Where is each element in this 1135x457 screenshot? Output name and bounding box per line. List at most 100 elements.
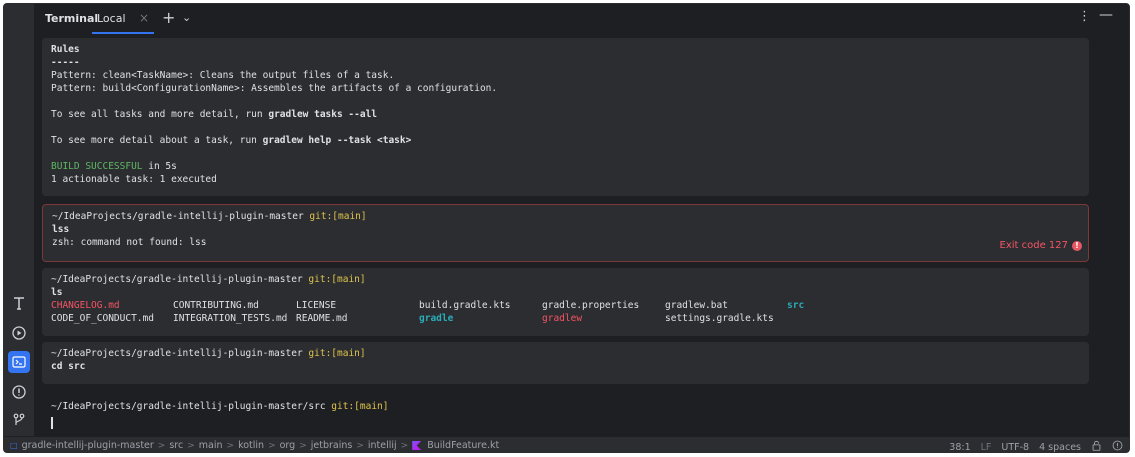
tab-selected-indicator xyxy=(92,32,154,34)
text-cursor xyxy=(51,416,53,429)
error-output: zsh: command not found: lss xyxy=(52,237,207,248)
ls-entry: CHANGELOG.md xyxy=(51,300,120,311)
git-branch: git:[main] xyxy=(331,401,389,412)
output-text: To see more detail about a task, run xyxy=(51,135,263,146)
prompt-path: ~/IdeaProjects/gradle-intellij-plugin-ma… xyxy=(52,211,304,222)
breadcrumb-item[interactable]: jetbrains xyxy=(311,440,353,451)
indent-setting[interactable]: 4 spaces xyxy=(1039,442,1081,453)
notifications-icon[interactable] xyxy=(1112,440,1123,452)
breadcrumb-item[interactable]: org xyxy=(280,440,296,451)
chevron-right-icon: > xyxy=(400,440,409,451)
line-separator[interactable]: LF xyxy=(981,442,992,453)
chevron-right-icon: > xyxy=(268,440,276,451)
add-tab-icon[interactable]: + xyxy=(162,8,175,27)
terminal-icon[interactable] xyxy=(8,351,30,373)
prompt-path: ~/IdeaProjects/gradle-intellij-plugin-ma… xyxy=(51,348,303,359)
prompt-line: ~/IdeaProjects/gradle-intellij-plugin-ma… xyxy=(51,273,1080,286)
status-widgets: 38:1 LF UTF-8 4 spaces xyxy=(949,440,1123,453)
output-line: ----- xyxy=(51,57,80,68)
output-line: Pattern: clean<TaskName>: Cleans the out… xyxy=(51,70,395,81)
output-command-hint: gradlew help --task <task> xyxy=(262,135,412,146)
run-icon[interactable] xyxy=(8,322,30,344)
ls-entry: INTEGRATION_TESTS.md xyxy=(173,313,288,324)
ls-entry-exec: gradlew xyxy=(542,313,583,324)
chevron-right-icon: > xyxy=(299,440,307,451)
ls-entry: gradlew.bat xyxy=(665,300,728,311)
ls-entry: CODE_OF_CONDUCT.md xyxy=(51,313,154,324)
exit-code-badge: Exit code 127 ! xyxy=(999,239,1082,252)
git-icon[interactable] xyxy=(8,409,30,431)
command-text: cd src xyxy=(51,361,86,372)
breadcrumb-item[interactable]: src xyxy=(169,440,183,451)
breadcrumb: □ gradle-intellij-plugin-master > src > … xyxy=(10,440,499,451)
prompt-line: ~/IdeaProjects/gradle-intellij-plugin-ma… xyxy=(51,400,1080,413)
output-line: 1 actionable task: 1 executed xyxy=(51,174,217,185)
terminal-title: Terminal xyxy=(45,12,99,25)
ls-entry-dir: src xyxy=(787,300,805,311)
prompt-path: ~/IdeaProjects/gradle-intellij-plugin-ma… xyxy=(51,274,303,285)
git-branch: git:[main] xyxy=(308,348,366,359)
command-text: ls xyxy=(51,287,63,298)
close-icon[interactable]: × xyxy=(139,11,149,25)
caret-position[interactable]: 38:1 xyxy=(949,442,970,453)
error-icon: ! xyxy=(1072,240,1082,251)
output-line: BUILD SUCCESSFUL in 5s xyxy=(51,160,1080,173)
output-line: To see more detail about a task, run gra… xyxy=(51,134,1080,147)
prompt-line: ~/IdeaProjects/gradle-intellij-plugin-ma… xyxy=(51,347,1080,360)
status-bar: □ gradle-intellij-plugin-master > src > … xyxy=(4,436,1129,453)
chevron-right-icon: > xyxy=(157,440,166,451)
chevron-right-icon: > xyxy=(187,440,195,451)
terminal-font-icon[interactable] xyxy=(8,292,30,314)
problems-icon[interactable] xyxy=(8,381,30,403)
command-text: lss xyxy=(52,224,70,235)
minimize-icon[interactable]: — xyxy=(1099,7,1113,23)
ls-entry: CONTRIBUTING.md xyxy=(173,300,259,311)
kotlin-file-icon xyxy=(412,441,422,450)
file-encoding[interactable]: UTF-8 xyxy=(1001,442,1029,453)
ls-entry-dir: gradle xyxy=(419,313,454,324)
chevron-right-icon: > xyxy=(226,440,235,451)
build-duration: in 5s xyxy=(142,161,177,172)
breadcrumb-item[interactable]: gradle-intellij-plugin-master xyxy=(22,440,154,451)
git-branch: git:[main] xyxy=(309,211,367,222)
chevron-down-icon[interactable]: ⌄ xyxy=(182,11,191,24)
lock-icon[interactable] xyxy=(1091,440,1102,452)
breadcrumb-item[interactable]: main xyxy=(199,440,223,451)
tab-local[interactable]: Local × xyxy=(92,4,154,34)
cd-command-block: ~/IdeaProjects/gradle-intellij-plugin-ma… xyxy=(42,342,1089,384)
tab-label: Local xyxy=(97,12,126,25)
terminal-panel: Terminal Local × + ⌄ ⋮ — Rules ----- Pat… xyxy=(36,4,1129,436)
terminal-tab-bar: Terminal Local × + ⌄ ⋮ — xyxy=(36,4,1129,34)
output-command-hint: gradlew tasks --all xyxy=(268,109,378,120)
current-prompt-block[interactable]: ~/IdeaProjects/gradle-intellij-plugin-ma… xyxy=(42,396,1089,432)
breadcrumb-item[interactable]: BuildFeature.kt xyxy=(427,440,499,451)
git-branch: git:[main] xyxy=(308,274,366,285)
ls-command-block: ~/IdeaProjects/gradle-intellij-plugin-ma… xyxy=(42,268,1089,336)
more-options-icon[interactable]: ⋮ xyxy=(1078,9,1091,24)
prompt-path: ~/IdeaProjects/gradle-intellij-plugin-ma… xyxy=(51,401,326,412)
output-text: To see all tasks and more detail, run xyxy=(51,109,269,120)
prompt-line: ~/IdeaProjects/gradle-intellij-plugin-ma… xyxy=(52,210,1079,223)
ls-entry: gradle.properties xyxy=(542,300,640,311)
breadcrumb-item[interactable]: kotlin xyxy=(238,440,264,451)
build-status: BUILD SUCCESSFUL xyxy=(51,161,143,172)
error-command-block: ~/IdeaProjects/gradle-intellij-plugin-ma… xyxy=(42,204,1089,262)
ide-window: Terminal Local × + ⌄ ⋮ — Rules ----- Pat… xyxy=(3,3,1130,453)
output-line: Rules xyxy=(51,44,80,55)
module-icon: □ xyxy=(10,441,18,450)
command-output-block: Rules ----- Pattern: clean<TaskName>: Cl… xyxy=(42,38,1089,196)
ls-output: CHANGELOG.md CONTRIBUTING.md LICENSE bui… xyxy=(51,299,1080,325)
breadcrumb-item[interactable]: intellij xyxy=(368,440,397,451)
output-line: To see all tasks and more detail, run gr… xyxy=(51,108,1080,121)
tool-window-strip xyxy=(4,4,35,436)
chevron-right-icon: > xyxy=(356,440,364,451)
ls-entry: build.gradle.kts xyxy=(419,300,511,311)
input-line[interactable] xyxy=(51,416,1080,429)
ls-entry: LICENSE xyxy=(296,300,337,311)
output-line: Pattern: build<ConfigurationName>: Assem… xyxy=(51,83,498,94)
ls-entry: README.md xyxy=(296,313,348,324)
exit-code-label: Exit code 127 xyxy=(999,240,1069,251)
